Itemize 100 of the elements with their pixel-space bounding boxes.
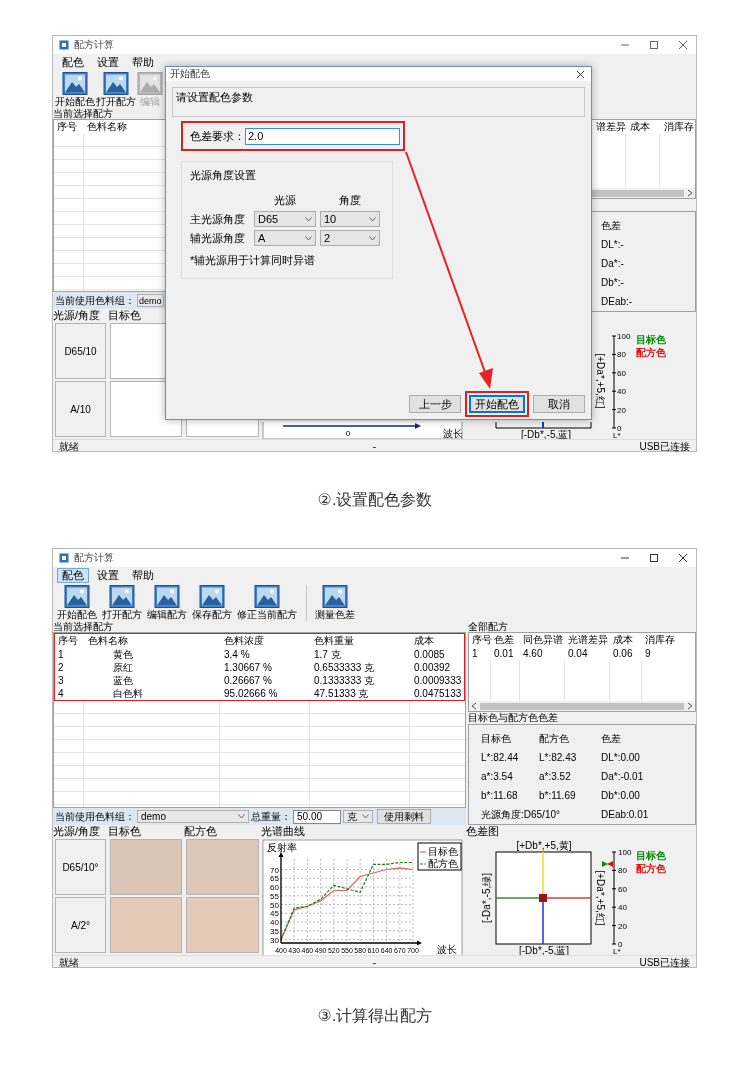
- difference-value: DEab:-: [601, 296, 634, 307]
- table-cell-text: 3: [57, 674, 65, 687]
- tick-label: 0: [618, 940, 623, 949]
- group-title: 光源角度设置: [190, 168, 257, 183]
- field-label: 色差要求：: [190, 128, 245, 144]
- caret-icon: [238, 814, 245, 819]
- image-icon: [254, 585, 280, 608]
- table-cell-text: 4.60: [522, 647, 544, 660]
- tick-label: 65: [270, 874, 279, 884]
- toolbar-button[interactable]: 打开配方: [96, 72, 136, 108]
- menu-item[interactable]: 配色: [57, 567, 89, 583]
- difference-value: Db*:-: [601, 277, 625, 288]
- axis-label: [+Da*,+5,红]: [595, 353, 606, 409]
- axis-label: [+Db*,+5,黄]: [516, 840, 572, 851]
- toolbar-button[interactable]: 测量色差: [306, 585, 357, 621]
- toolbar-button[interactable]: 修正当前配方: [235, 585, 299, 621]
- dialog-title: 开始配色: [170, 67, 210, 81]
- section-title: 当前选择配方: [53, 621, 114, 632]
- column-header: 谱差异: [595, 120, 627, 134]
- axis-label: 波长: [437, 944, 457, 955]
- tick-label: 45: [270, 909, 279, 919]
- axis-label: 反射率: [267, 842, 297, 853]
- toolbar-button[interactable]: 编辑配方: [145, 585, 189, 621]
- table-cell-text: 4: [57, 687, 65, 700]
- column-header: 目标色: [108, 309, 142, 321]
- dropdown[interactable]: demo: [137, 294, 164, 307]
- column-header: 成本: [629, 120, 651, 134]
- maximize-icon[interactable]: [649, 40, 659, 50]
- window-title: 配方计算: [74, 551, 114, 565]
- chevron-left-icon[interactable]: [471, 702, 477, 710]
- menu-item[interactable]: 设置: [92, 567, 124, 583]
- difference-value: 光源角度:D65/10°: [481, 807, 562, 822]
- button[interactable]: 上一步: [409, 395, 461, 413]
- caret-icon: [305, 235, 312, 241]
- scrollbar[interactable]: [469, 701, 695, 711]
- button[interactable]: 使用剩料: [377, 809, 431, 824]
- menu-item[interactable]: 帮助: [127, 567, 159, 583]
- difference-value: Db*:0.00: [601, 790, 641, 801]
- tick-label: 60: [270, 883, 279, 892]
- axis-label: [-Da*,-5,绿]: [481, 873, 492, 923]
- dropdown[interactable]: A: [254, 230, 316, 246]
- caret-icon: [305, 216, 312, 222]
- chevron-right-icon[interactable]: [687, 702, 693, 710]
- table-cell-text: 0.01: [493, 647, 515, 660]
- difference-value: a*:3.52: [539, 771, 572, 782]
- toolbar-button[interactable]: 开始配色: [55, 585, 99, 621]
- table-cell-text: 0.04: [567, 647, 589, 660]
- difference-value: b*:11.69: [539, 790, 577, 801]
- column-header: 序号: [471, 633, 491, 647]
- axis-label: L*: [613, 431, 621, 439]
- illuminant-cell: D65/10: [55, 323, 106, 379]
- tick-label: 80: [617, 350, 626, 360]
- difference-value: DL*:0.00: [601, 752, 641, 763]
- table-cell-text: 0.06: [612, 647, 634, 660]
- tick-label: 55: [270, 891, 279, 901]
- column-header: 角度: [338, 193, 362, 208]
- close-icon[interactable]: [678, 40, 688, 50]
- maximize-icon[interactable]: [649, 553, 659, 563]
- toolbar-button[interactable]: 保存配方: [190, 585, 234, 621]
- button[interactable]: 开始配色: [469, 395, 525, 413]
- input-field[interactable]: 2.0: [245, 127, 400, 145]
- window-title: 配方计算: [74, 38, 114, 52]
- column-header: 光源/角度: [53, 309, 102, 321]
- close-icon[interactable]: [678, 553, 688, 563]
- menu-item[interactable]: 设置: [92, 54, 124, 70]
- legend-label: 目标色: [428, 846, 458, 857]
- difference-value: Da*:-0.01: [601, 771, 645, 782]
- table-cell-text: 黄色: [112, 648, 134, 661]
- toolbar-button[interactable]: 打开配方: [100, 585, 144, 621]
- column-header: 色差: [601, 731, 622, 746]
- button[interactable]: 取消: [533, 395, 585, 413]
- column-header: 序号: [56, 120, 78, 134]
- chevron-right-icon[interactable]: [687, 189, 693, 197]
- input-field[interactable]: 50.00: [293, 809, 341, 824]
- table-cell-text: 1: [471, 647, 479, 660]
- tick-label: 100: [617, 332, 631, 341]
- field-label: 主光源角度: [190, 211, 246, 227]
- tick-label: 50: [270, 900, 279, 910]
- column-header: 配方色: [184, 825, 218, 837]
- column-header: 光谱曲线: [261, 825, 306, 837]
- illuminant-cell: A/2°: [55, 897, 106, 953]
- menu-item[interactable]: 配色: [57, 54, 89, 70]
- dropdown[interactable]: 克: [343, 810, 373, 823]
- field-label: 当前使用色料组：: [55, 809, 135, 824]
- dropdown[interactable]: 2: [320, 230, 380, 246]
- table-cell-text: 1.30667 %: [223, 661, 273, 674]
- tick-label: 70: [270, 865, 279, 875]
- toolbar-button[interactable]: 开始配色: [55, 72, 95, 108]
- dropdown[interactable]: 10: [320, 211, 380, 227]
- dropdown[interactable]: D65: [254, 211, 316, 227]
- table-cell-text: 蓝色: [112, 674, 134, 687]
- column-header: 配方色: [539, 731, 570, 746]
- status-text: USB已连接: [639, 956, 690, 968]
- image-icon: [154, 585, 180, 608]
- table-cell-text: 47.51333 克: [313, 687, 370, 700]
- axis-label: 波长: [443, 428, 463, 439]
- section-title: 全部配方: [468, 621, 509, 632]
- dropdown[interactable]: demo: [137, 810, 249, 823]
- menu-item[interactable]: 帮助: [127, 54, 159, 70]
- close-icon[interactable]: [576, 69, 585, 79]
